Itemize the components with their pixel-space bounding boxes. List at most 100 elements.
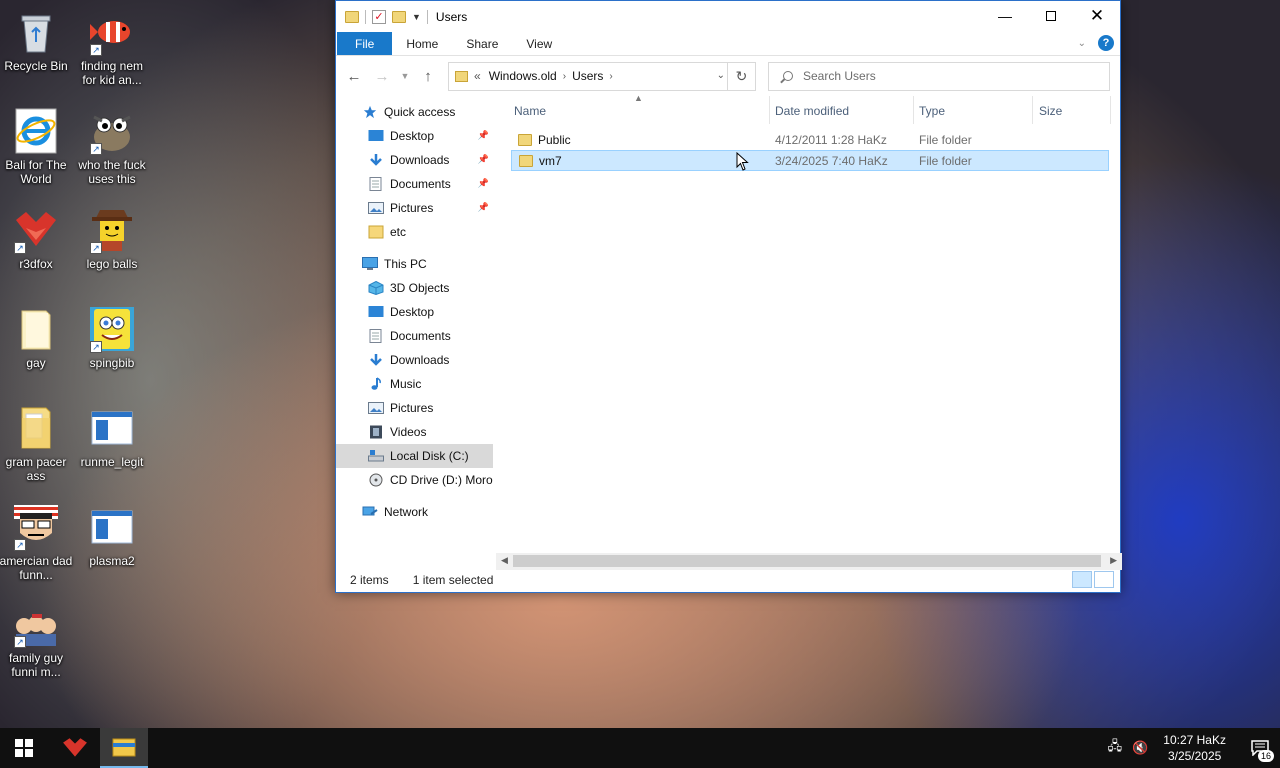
nav-pc-downloads[interactable]: Downloads: [336, 348, 493, 372]
selection-count: 1 item selected: [412, 572, 494, 587]
desktop-icon-gay[interactable]: gay: [0, 305, 74, 370]
nav-label: Downloads: [390, 353, 450, 367]
folder-icon: [455, 70, 468, 82]
nav-pc-pictures[interactable]: Pictures: [336, 396, 493, 420]
desktop-icon-finding-nem[interactable]: ↗ finding nem for kid an...: [74, 8, 150, 87]
customize-toolbar-dropdown-icon[interactable]: ▼: [412, 12, 421, 22]
nav-quick-etc[interactable]: etc: [336, 220, 493, 244]
nav-label: Pictures: [390, 201, 434, 215]
column-divider[interactable]: [1032, 96, 1033, 124]
taskbar-r3dfox[interactable]: [51, 728, 99, 768]
desktop-icon-lego-balls[interactable]: ↗ lego balls: [74, 206, 150, 271]
volume-muted-icon[interactable]: 🔇: [1132, 740, 1148, 756]
column-divider[interactable]: [1110, 96, 1111, 124]
nav-quick-pictures[interactable]: Pictures 📌: [336, 196, 493, 220]
title-bar[interactable]: ✓ ▼ Users — ✕: [336, 1, 1120, 32]
desktop-icon-r3dfox[interactable]: ↗ r3dfox: [0, 206, 74, 271]
action-center-button[interactable]: 16: [1240, 728, 1280, 768]
scroll-left-icon[interactable]: ◀: [501, 555, 508, 566]
desktop-icon-family-guy[interactable]: ↗ family guy funni m...: [0, 610, 74, 679]
desktop-icon-gram-pacer[interactable]: gram pacer ass: [0, 404, 74, 483]
desktop-icon-bali[interactable]: Bali for The World: [0, 107, 74, 186]
network-status-icon[interactable]: 🖧: [1108, 737, 1123, 759]
new-folder-icon[interactable]: [392, 10, 406, 23]
nav-pc-desktop[interactable]: Desktop: [336, 300, 493, 324]
expand-ribbon-icon[interactable]: ⌄: [1078, 38, 1086, 49]
nav-network[interactable]: Network: [336, 500, 493, 524]
desktop-icon-spingbib[interactable]: ↗ spingbib: [74, 305, 150, 370]
nav-label: Music: [390, 377, 422, 391]
tab-share[interactable]: Share: [452, 32, 512, 55]
up-button[interactable]: ↑: [416, 64, 440, 88]
clock[interactable]: 10:27 HaKz 3/25/2025: [1163, 732, 1226, 764]
explorer-body: Quick access Desktop 📌 Downloads 📌 Docum…: [336, 93, 1122, 570]
start-button[interactable]: [0, 728, 48, 768]
details-view-icon[interactable]: [1072, 571, 1092, 588]
chevron-right-icon[interactable]: ›: [563, 71, 566, 82]
address-history-dropdown-icon[interactable]: ⌄: [717, 70, 725, 81]
desktop-icon-who-uses-this[interactable]: ↗ who the fuck uses this: [74, 107, 150, 186]
nav-pc-music[interactable]: Music: [336, 372, 493, 396]
scrollbar-thumb[interactable]: [513, 555, 1101, 567]
back-button[interactable]: ←: [342, 64, 366, 88]
tab-view[interactable]: View: [512, 32, 566, 55]
nav-quick-desktop[interactable]: Desktop 📌: [336, 124, 493, 148]
file-type: File folder: [919, 133, 972, 147]
search-input[interactable]: [803, 69, 1083, 83]
nav-3d-objects[interactable]: 3D Objects: [336, 276, 493, 300]
help-icon[interactable]: ?: [1098, 35, 1114, 51]
nav-quick-access[interactable]: Quick access: [336, 100, 493, 124]
taskbar: 🖧 🔇 10:27 HaKz 3/25/2025 16: [0, 728, 1280, 768]
column-header-name[interactable]: Name: [514, 104, 546, 118]
file-row[interactable]: vm7 3/24/2025 7:40 HaKz File folder: [511, 150, 1109, 171]
navigation-pane: Quick access Desktop 📌 Downloads 📌 Docum…: [336, 96, 493, 554]
nav-pc-documents[interactable]: Documents: [336, 324, 493, 348]
column-header-date-modified[interactable]: Date modified: [775, 104, 849, 118]
recent-locations-button[interactable]: ▼: [398, 64, 412, 88]
minimize-button[interactable]: —: [982, 1, 1028, 31]
refresh-button[interactable]: ↻: [727, 62, 755, 90]
large-icons-view-icon[interactable]: [1094, 571, 1114, 588]
column-header-size[interactable]: Size: [1039, 104, 1062, 118]
properties-icon[interactable]: ✓: [372, 9, 386, 24]
desktop-icon-runme-legit[interactable]: runme_legit: [74, 404, 150, 469]
maximize-button[interactable]: [1028, 1, 1074, 31]
nav-cd-drive-d[interactable]: CD Drive (D:) Moror: [336, 468, 493, 492]
nav-quick-documents[interactable]: Documents 📌: [336, 172, 493, 196]
breadcrumb-windows-old[interactable]: Windows.old: [489, 69, 557, 83]
pin-icon[interactable]: 📌: [478, 130, 489, 141]
scroll-right-icon[interactable]: ▶: [1110, 555, 1117, 566]
nav-local-disk-c[interactable]: Local Disk (C:): [336, 444, 493, 468]
desktop-icon-plasma2[interactable]: plasma2: [74, 503, 150, 568]
minimize-icon: —: [998, 8, 1012, 24]
address-bar[interactable]: « Windows.old › Users › ⌄ ↻: [448, 61, 756, 91]
nav-label: Pictures: [390, 401, 434, 415]
tab-file[interactable]: File: [337, 32, 393, 55]
nav-this-pc[interactable]: This PC: [336, 252, 493, 276]
desktop-icon-amercian-dad[interactable]: ↗ amercian dad funn...: [0, 503, 74, 582]
desktop-icon-recycle-bin[interactable]: Recycle Bin: [0, 8, 74, 73]
breadcrumb-users[interactable]: Users: [572, 69, 603, 83]
sort-ascending-icon: ▲: [634, 93, 643, 103]
close-button[interactable]: ✕: [1074, 1, 1120, 31]
file-name: Public: [538, 132, 571, 147]
breadcrumb-overflow[interactable]: «: [474, 69, 481, 83]
chevron-right-icon[interactable]: ›: [609, 71, 612, 82]
pin-icon[interactable]: 📌: [478, 202, 489, 213]
search-box[interactable]: [768, 61, 1110, 91]
tab-home[interactable]: Home: [392, 32, 452, 55]
column-header-type[interactable]: Type: [919, 104, 945, 118]
column-divider[interactable]: [769, 96, 770, 124]
nav-quick-downloads[interactable]: Downloads 📌: [336, 148, 493, 172]
shortcut-arrow-icon: ↗: [14, 539, 26, 551]
forward-button[interactable]: →: [370, 64, 394, 88]
nav-label: CD Drive (D:) Moror: [390, 473, 493, 487]
recycle-bin-icon: [12, 8, 60, 56]
column-divider[interactable]: [913, 96, 914, 124]
file-row[interactable]: Public 4/12/2011 1:28 HaKz File folder: [511, 129, 1109, 150]
pin-icon[interactable]: 📌: [478, 154, 489, 165]
nav-pc-videos[interactable]: Videos: [336, 420, 493, 444]
pin-icon[interactable]: 📌: [478, 178, 489, 189]
file-date-modified: 4/12/2011 1:28 HaKz: [775, 133, 887, 147]
taskbar-file-explorer[interactable]: [100, 728, 148, 768]
